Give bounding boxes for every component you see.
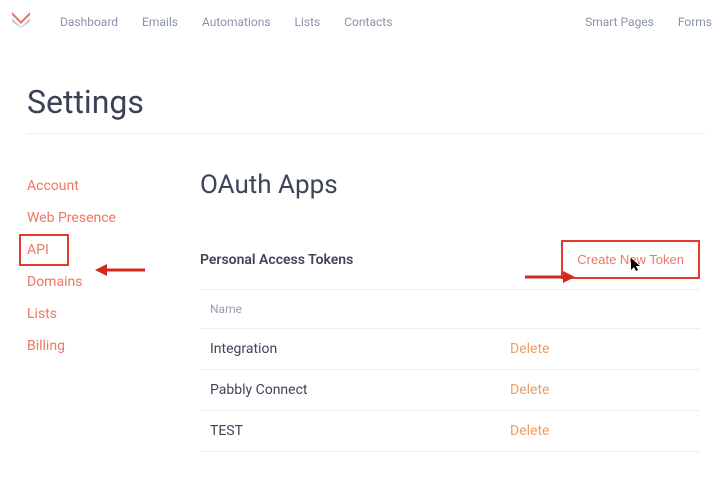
cursor-icon	[631, 258, 643, 275]
page-title: Settings	[27, 83, 726, 121]
token-name: TEST	[210, 423, 510, 439]
delete-link[interactable]: Delete	[510, 382, 690, 398]
token-name: Pabbly Connect	[210, 382, 510, 398]
section-row: Personal Access Tokens Create New Token	[200, 240, 700, 290]
main: Account Web Presence API Domains Lists B…	[0, 134, 726, 452]
table-row: Pabbly Connect Delete	[200, 370, 700, 411]
nav-right: Smart Pages Forms	[585, 15, 712, 29]
nav-contacts[interactable]: Contacts	[344, 15, 392, 29]
token-name: Integration	[210, 341, 510, 357]
nav-forms[interactable]: Forms	[678, 15, 712, 29]
sidebar-item-billing[interactable]: Billing	[27, 330, 65, 362]
section-label: Personal Access Tokens	[200, 252, 353, 268]
create-new-token-button[interactable]: Create New Token	[561, 240, 700, 279]
table-row: Integration Delete	[200, 329, 700, 370]
table-header-name: Name	[200, 290, 700, 329]
sidebar-item-web-presence[interactable]: Web Presence	[27, 202, 116, 234]
tokens-table: Name Integration Delete Pabbly Connect D…	[200, 290, 700, 452]
top-nav: Dashboard Emails Automations Lists Conta…	[0, 0, 726, 43]
delete-link[interactable]: Delete	[510, 341, 690, 357]
delete-link[interactable]: Delete	[510, 423, 690, 439]
sidebar-item-api[interactable]: API	[19, 234, 69, 266]
nav-left: Dashboard Emails Automations Lists Conta…	[60, 15, 392, 29]
nav-dashboard[interactable]: Dashboard	[60, 15, 118, 29]
sidebar-item-lists[interactable]: Lists	[27, 298, 57, 330]
nav-emails[interactable]: Emails	[142, 15, 178, 29]
content-heading: OAuth Apps	[200, 170, 700, 200]
content: OAuth Apps Personal Access Tokens Create…	[200, 170, 726, 452]
logo-icon	[12, 12, 30, 31]
nav-automations[interactable]: Automations	[202, 15, 271, 29]
sidebar: Account Web Presence API Domains Lists B…	[0, 170, 200, 452]
nav-smart-pages[interactable]: Smart Pages	[585, 15, 654, 29]
sidebar-item-account[interactable]: Account	[27, 170, 79, 202]
sidebar-item-domains[interactable]: Domains	[27, 266, 82, 298]
nav-lists[interactable]: Lists	[295, 15, 321, 29]
table-row: TEST Delete	[200, 411, 700, 452]
